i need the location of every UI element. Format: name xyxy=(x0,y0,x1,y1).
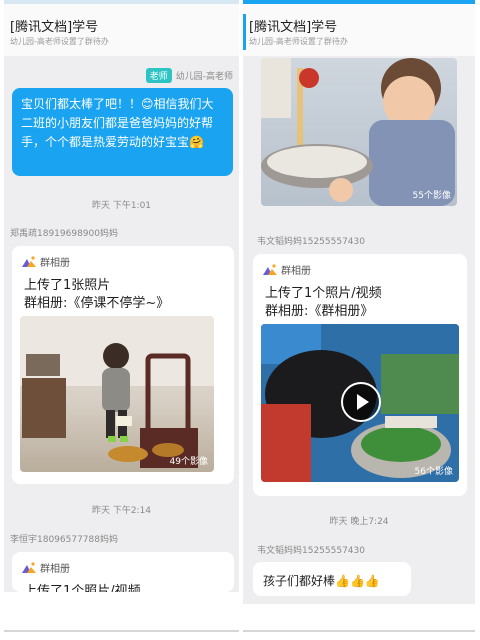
message-text: 孩子们都好棒👍👍👍 xyxy=(263,574,380,588)
chat-header: [腾讯文档]学号 幼儿园-高老师设置了群待办 xyxy=(243,0,475,56)
album-video[interactable]: 56个影像 xyxy=(261,324,459,482)
group-title[interactable]: [腾讯文档]学号 xyxy=(249,16,337,35)
album-label: 群相册 xyxy=(40,258,70,269)
album-photo[interactable]: 55个影像 xyxy=(261,58,457,206)
right-chat-panel: [腾讯文档]学号 幼儿园-高老师设置了群待办 55个影像 韦文韬妈妈152555… xyxy=(243,0,475,640)
album-label: 群相册 xyxy=(40,564,70,575)
album-name: 群相册:《停课不停学~》 xyxy=(24,296,170,311)
group-todo-notice[interactable]: 幼儿园-高老师设置了群待办 xyxy=(249,36,348,47)
sender-name[interactable]: 韦文韬妈妈15255557430 xyxy=(257,543,365,556)
upload-summary: 上传了1张照片 xyxy=(24,278,111,293)
album-card[interactable]: 群相册 上传了1个照片/视频 xyxy=(12,552,234,592)
album-header: 群相册 xyxy=(22,254,70,269)
album-header: 群相册 xyxy=(263,262,311,277)
left-chat-panel: [腾讯文档]学号 幼儿园-高老师设置了群待办 老师 幼儿园-高老师 宝贝们都太棒… xyxy=(4,0,239,640)
album-icon xyxy=(263,264,277,275)
chat-header: [腾讯文档]学号 幼儿园-高老师设置了群待办 xyxy=(4,0,239,56)
bottom-blank-area xyxy=(243,604,475,640)
timestamp: 昨天 晚上7:24 xyxy=(329,517,389,527)
teacher-message-bubble[interactable]: 宝贝们都太棒了吧！！😊相信我们大二班的小朋友们都是爸爸妈妈的好帮手，个个都是热爱… xyxy=(12,88,233,176)
album-card[interactable]: 群相册 上传了1张照片 群相册:《停课不停学~》 49个影像 xyxy=(12,246,234,484)
album-card[interactable]: 群相册 上传了1个照片/视频 群相册:《群相册》 56个影像 xyxy=(253,254,467,496)
play-icon xyxy=(357,394,369,410)
sender-name[interactable]: 韦文韬妈妈15255557430 xyxy=(257,234,365,247)
album-icon xyxy=(22,562,36,573)
timestamp: 昨天 下午2:14 xyxy=(91,506,152,516)
group-title[interactable]: [腾讯文档]学号 xyxy=(10,16,98,35)
child-photo-illustration xyxy=(261,58,455,206)
teacher-badge: 老师 xyxy=(145,68,172,83)
teacher-name: 幼儿园-高老师 xyxy=(175,72,233,82)
sender-name[interactable]: 郑禹疏18919698900妈妈 xyxy=(10,226,118,239)
sender-name[interactable]: 李恒宇18096577788妈妈 xyxy=(10,532,118,545)
bottom-divider xyxy=(243,630,475,632)
upload-summary: 上传了1个照片/视频 xyxy=(24,584,141,592)
group-todo-notice[interactable]: 幼儿园-高老师设置了群待办 xyxy=(10,36,109,47)
upload-summary: 上传了1个照片/视频 xyxy=(265,286,382,301)
album-photo[interactable]: 49个影像 xyxy=(20,316,214,472)
child-photo-illustration xyxy=(20,316,214,468)
photo-count: 55个影像 xyxy=(412,191,451,201)
album-label: 群相册 xyxy=(281,266,311,277)
teacher-message-text: 宝贝们都太棒了吧！！😊相信我们大二班的小朋友们都是爸爸妈妈的好帮手，个个都是热爱… xyxy=(21,97,214,149)
bottom-divider xyxy=(4,630,239,632)
album-name: 群相册:《群相册》 xyxy=(265,304,374,319)
album-header: 群相册 xyxy=(22,560,70,575)
video-play-button[interactable] xyxy=(341,382,381,422)
photo-count: 49个影像 xyxy=(169,457,208,467)
teacher-label-row: 老师 幼儿园-高老师 xyxy=(145,68,233,83)
album-icon xyxy=(22,256,36,267)
timestamp: 昨天 下午1:01 xyxy=(91,201,152,211)
photo-count: 56个影像 xyxy=(414,467,453,477)
message-bubble[interactable]: 孩子们都好棒👍👍👍 xyxy=(253,562,411,596)
bottom-blank-area xyxy=(4,592,239,640)
header-accent-bar xyxy=(243,14,246,50)
